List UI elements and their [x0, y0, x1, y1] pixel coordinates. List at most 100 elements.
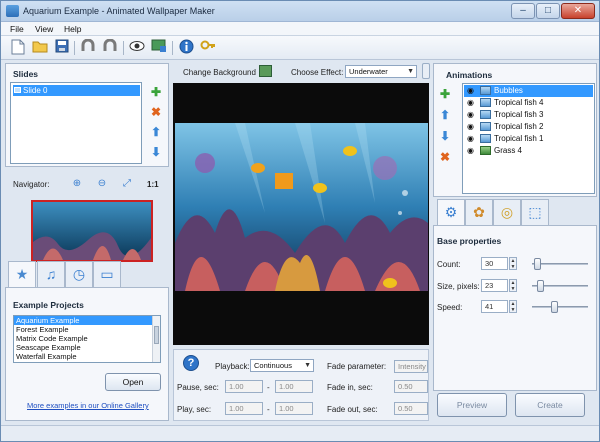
base-properties-panel: Base properties Count: 30 ▲ ▼ Size, pixel…	[433, 225, 597, 391]
palette-icon: ✿	[473, 204, 485, 220]
move-up-icon[interactable]: ⬆	[149, 125, 163, 139]
zoom-actual-size[interactable]: 1:1	[147, 180, 159, 189]
move-up-icon[interactable]: ⬆	[438, 108, 452, 122]
gear-icon: ⚙	[444, 204, 458, 220]
scrollbar-thumb[interactable]	[154, 326, 159, 344]
count-slider-thumb[interactable]	[534, 258, 542, 270]
example-projects-list[interactable]: Aquarium Example Forest Example Matrix C…	[13, 315, 161, 363]
size-slider-thumb[interactable]	[536, 280, 544, 292]
fade-out-field[interactable]: 0.50	[394, 402, 428, 415]
tab-motion[interactable]: ◎	[493, 199, 521, 225]
playback-select[interactable]: Continuous ▼	[250, 359, 314, 372]
animation-thumbnail-icon	[480, 110, 491, 120]
slide-item-label: Slide 0	[23, 86, 48, 95]
redo-icon[interactable]	[101, 38, 119, 57]
visibility-eye-icon[interactable]: ◉	[467, 99, 477, 107]
animation-item[interactable]: ◉ Grass 4	[464, 145, 593, 157]
size-spinner[interactable]: ▲ ▼	[509, 279, 517, 292]
close-button[interactable]: ✕	[561, 3, 595, 19]
preview-eye-icon[interactable]	[128, 39, 146, 57]
list-item[interactable]: Seascape Example	[14, 343, 160, 352]
tab-clock[interactable]: ◷	[65, 261, 93, 287]
navigator-thumbnail[interactable]	[31, 200, 153, 262]
remove-slide-icon[interactable]: ✖	[149, 105, 163, 119]
list-item[interactable]: Aquarium Example	[14, 316, 153, 325]
fade-parameter-field[interactable]: Intensity	[394, 360, 428, 373]
pause-to-field[interactable]: 1.00	[275, 380, 313, 393]
slide-item[interactable]: Slide 0	[13, 85, 140, 96]
new-document-icon[interactable]	[9, 39, 27, 57]
maximize-button[interactable]: □	[536, 3, 560, 19]
animation-item[interactable]: ◉ Tropical fish 1	[464, 133, 593, 145]
animation-item-row: Tropical fish 3	[480, 109, 544, 121]
change-background-icon[interactable]	[259, 65, 272, 77]
speed-slider-track[interactable]	[532, 306, 588, 308]
move-down-icon[interactable]: ⬇	[149, 145, 163, 159]
menu-file[interactable]: File	[10, 24, 24, 34]
animation-item[interactable]: ◉ Tropical fish 3	[464, 109, 593, 121]
preview-button[interactable]: Preview	[437, 393, 507, 417]
zoom-out-icon[interactable]: ⊖	[96, 178, 108, 190]
menu-view[interactable]: View	[35, 24, 53, 34]
change-background-label[interactable]: Change Background	[183, 68, 256, 77]
fade-in-field[interactable]: 0.50	[394, 380, 428, 393]
animation-item[interactable]: ◉ Tropical fish 4	[464, 97, 593, 109]
speed-spinner[interactable]: ▲ ▼	[509, 300, 517, 313]
visibility-eye-icon[interactable]: ◉	[467, 111, 477, 119]
online-gallery-link[interactable]: More examples in our Online Gallery	[27, 401, 149, 410]
tab-video[interactable]: ▭	[93, 261, 121, 287]
info-icon[interactable]	[177, 39, 195, 57]
fit-window-icon[interactable]: ⤢	[121, 178, 133, 190]
key-icon[interactable]	[199, 39, 217, 57]
tab-appearance[interactable]: ✿	[465, 199, 493, 225]
visibility-eye-icon[interactable]: ◉	[467, 123, 477, 131]
effect-settings-button[interactable]	[422, 63, 430, 79]
example-projects-panel: Example Projects Aquarium Example Forest…	[5, 287, 169, 421]
speed-field[interactable]: 41	[481, 300, 508, 313]
effect-select[interactable]: Underwater ▼	[345, 65, 417, 78]
slides-list[interactable]: Slide 0	[10, 82, 142, 164]
menu-help[interactable]: Help	[64, 24, 81, 34]
tab-music[interactable]: ♫	[37, 261, 65, 287]
undo-icon[interactable]	[79, 38, 97, 57]
visibility-eye-icon[interactable]: ◉	[467, 87, 477, 95]
open-folder-icon[interactable]	[31, 39, 49, 57]
list-item[interactable]: Waterfall Example	[14, 352, 160, 361]
pause-from-field[interactable]: 1.00	[225, 380, 263, 393]
animations-list[interactable]: ◉ Bubbles ◉ Tropical fish 4 ◉ Tropical f…	[462, 83, 595, 194]
title-bar: Aquarium Example - Animated Wallpaper Ma…	[1, 1, 599, 22]
remove-animation-icon[interactable]: ✖	[438, 150, 452, 164]
scrollbar[interactable]	[152, 316, 160, 362]
zoom-in-icon[interactable]: ⊕	[71, 178, 83, 190]
create-button[interactable]: Create	[515, 393, 585, 417]
play-to-field[interactable]: 1.00	[275, 402, 313, 415]
fade-parameter-label: Fade parameter:	[327, 362, 387, 371]
animation-item[interactable]: ◉ Bubbles	[464, 85, 593, 97]
help-icon[interactable]: ?	[183, 355, 199, 371]
count-spinner[interactable]: ▲ ▼	[509, 257, 517, 270]
move-down-icon[interactable]: ⬇	[438, 129, 452, 143]
animation-item[interactable]: ◉ Tropical fish 2	[464, 121, 593, 133]
wallpaper-icon[interactable]	[150, 39, 168, 57]
size-label: Size, pixels:	[437, 282, 480, 291]
tab-examples[interactable]: ★	[8, 261, 36, 287]
save-icon[interactable]	[53, 39, 71, 57]
size-field[interactable]: 23	[481, 279, 508, 292]
tab-effect-settings[interactable]: ⚙	[437, 199, 465, 225]
play-label: Play, sec:	[177, 405, 212, 414]
count-field[interactable]: 30	[481, 257, 508, 270]
animations-title: Animations	[446, 70, 493, 80]
range-dash: -	[267, 405, 270, 414]
speed-slider-thumb[interactable]	[550, 301, 558, 313]
slide-thumbnail-icon	[14, 87, 21, 93]
visibility-eye-icon[interactable]: ◉	[467, 147, 477, 155]
tab-resize[interactable]: ⬚	[521, 199, 549, 225]
minimize-button[interactable]: –	[511, 3, 535, 19]
visibility-eye-icon[interactable]: ◉	[467, 135, 477, 143]
list-item[interactable]: Forest Example	[14, 325, 160, 334]
add-animation-icon[interactable]: ✚	[438, 87, 452, 101]
play-from-field[interactable]: 1.00	[225, 402, 263, 415]
list-item[interactable]: Matrix Code Example	[14, 334, 160, 343]
open-example-button[interactable]: Open	[105, 373, 161, 391]
add-slide-icon[interactable]: ✚	[149, 85, 163, 99]
